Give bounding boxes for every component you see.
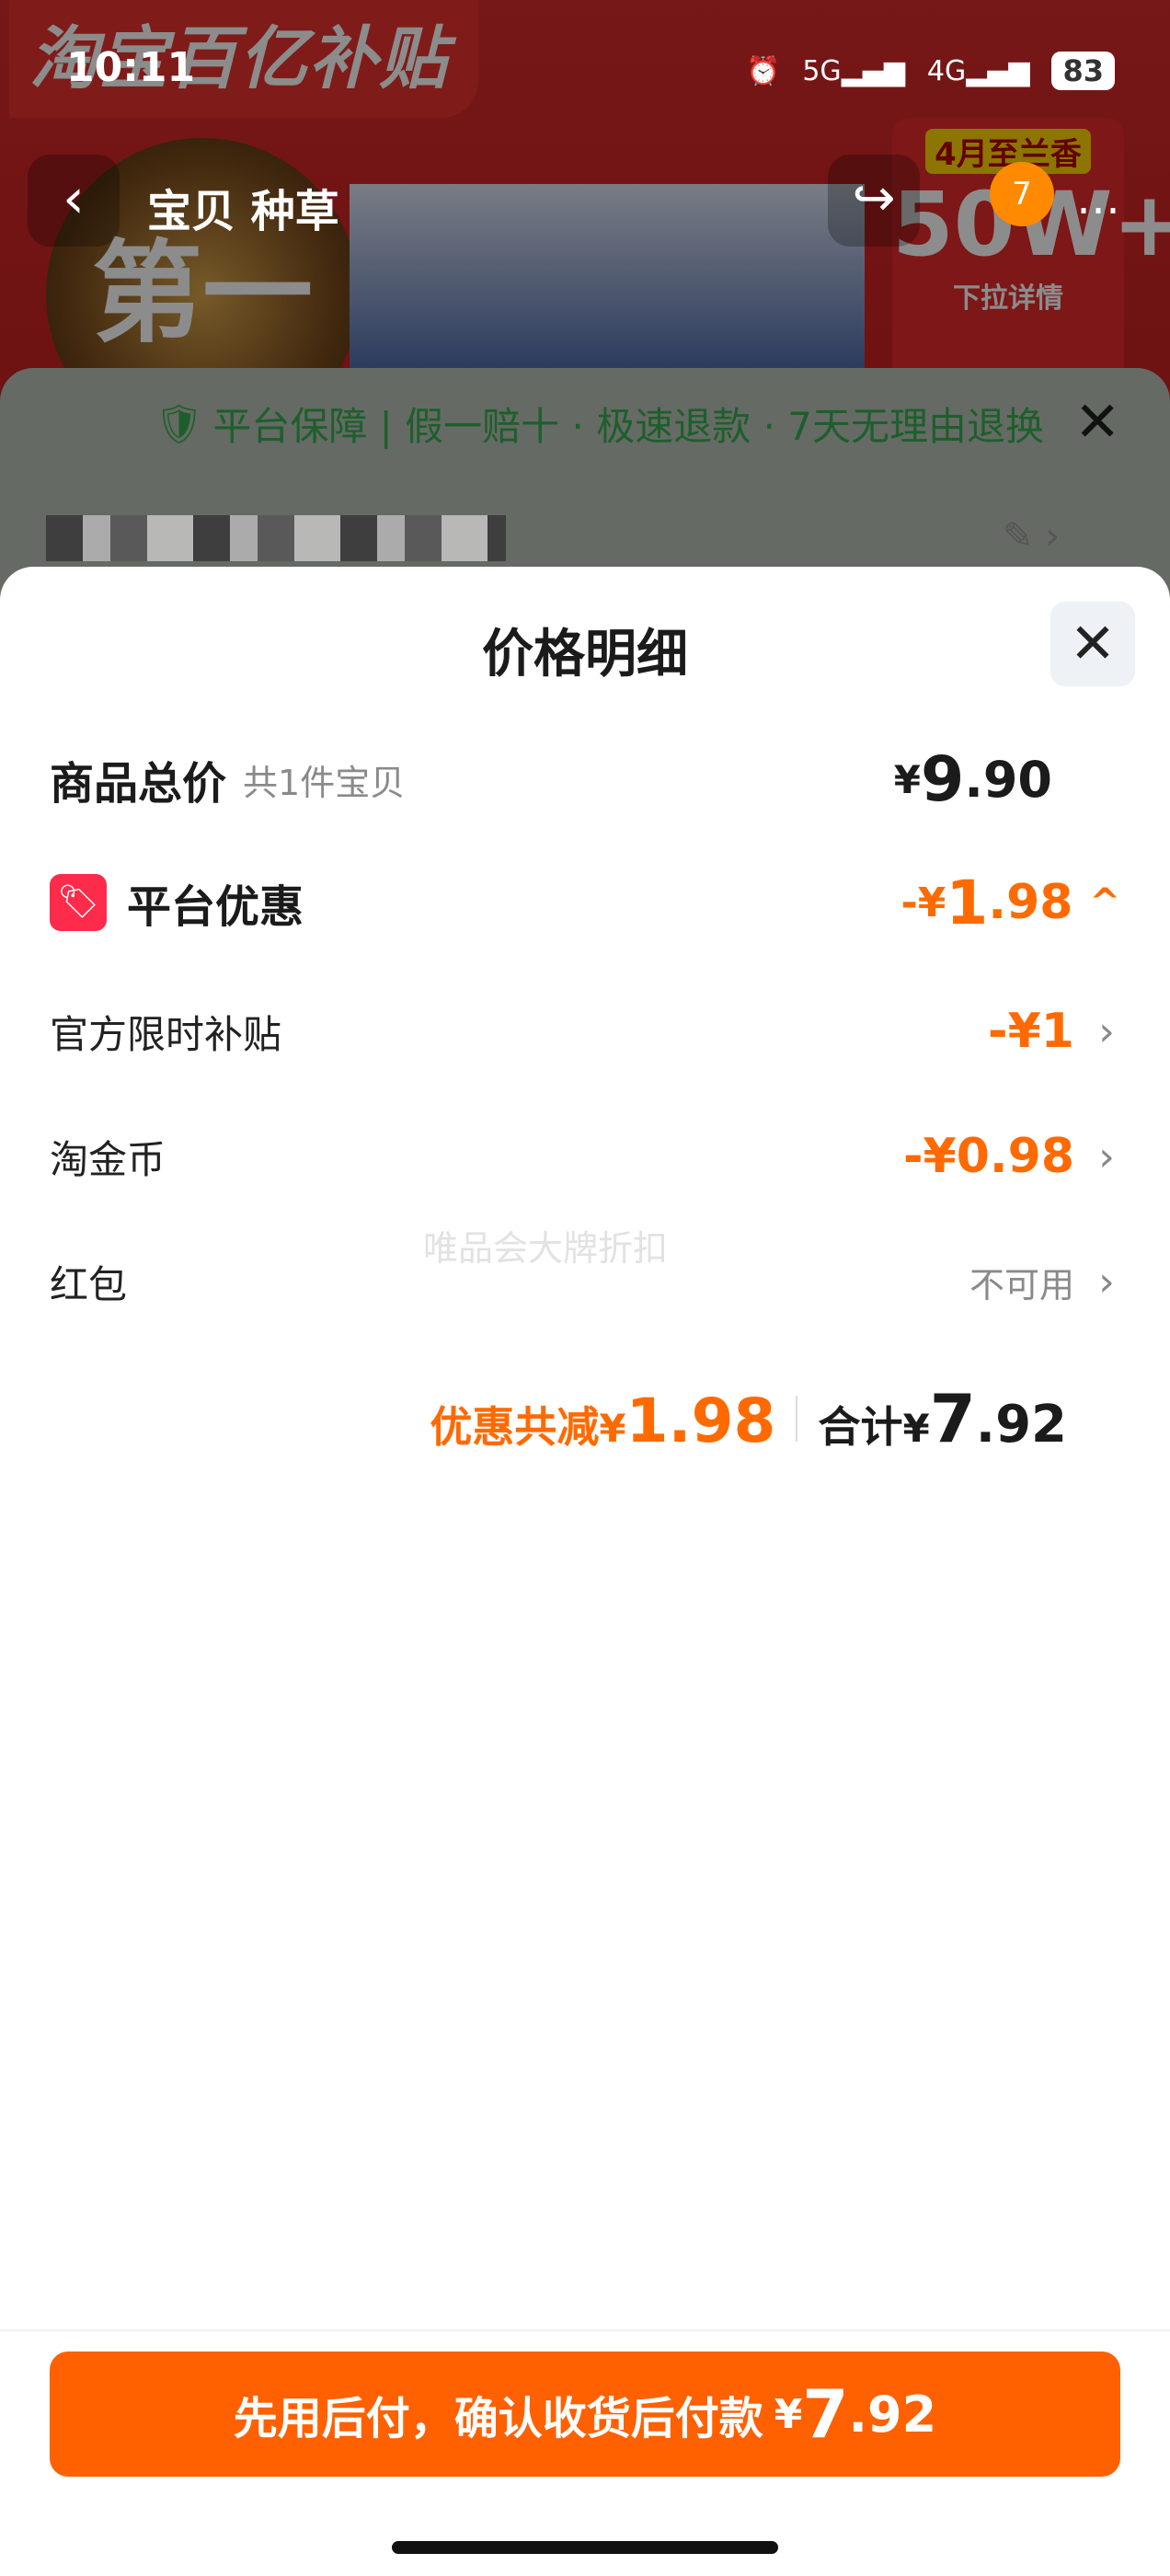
red-packet-status: 不可用 [969,1264,1074,1305]
pay-amount-dec: .92 [848,2385,937,2444]
footer-divider [0,2329,1170,2331]
platform-discount-amount: -¥ 1.98 ^ [900,867,1120,938]
chevron-right-icon: › [1098,1258,1115,1305]
guarantee-text: 平台保障 | 假一赔十 · 极速退款 · 7天无理由退换 [212,404,1045,449]
close-button[interactable]: ✕ [1050,602,1135,686]
pay-button-label: 先用后付，确认收货后付款 [233,2393,763,2444]
edit-icon[interactable]: ✎ › [1003,515,1060,558]
sheet-title: 价格明细 [482,625,688,684]
goods-total-label: 商品总价 [50,758,227,810]
red-packet-row[interactable]: 红包 不可用 › [50,1240,1120,1323]
discount-total-value: 1.98 [625,1386,776,1456]
status-icons: ⏰ 5G▂▄▆ 4G▂▄▆ 83 [746,52,1115,90]
pay-amount-int: 7 [802,2375,849,2453]
nav-tabs[interactable]: 宝贝 种草 [147,175,339,239]
guarantee-close-icon[interactable]: ✕ [1074,390,1120,454]
total-value-int: 7 [929,1380,976,1457]
subsidy-label: 官方限时补贴 [50,1011,282,1057]
discount-tag-icon: 🏷 [50,874,107,931]
cart-badge[interactable]: 7 [990,162,1054,226]
subsidy-amount: -¥1 [988,1004,1074,1059]
share-icon[interactable]: ↪ [828,155,920,247]
platform-discount-label: 平台优惠 [127,881,304,933]
pay-later-button[interactable]: 先用后付，确认收货后付款 ¥ 7 .92 [50,2352,1120,2477]
more-icon[interactable]: ⋯ [1076,184,1120,236]
signal-4g-icon: 4G▂▄▆ [926,54,1030,87]
close-icon: ✕ [1069,612,1117,676]
platform-discount-row[interactable]: 🏷 平台优惠 -¥ 1.98 ^ [50,861,1120,944]
status-bar: 10:11 ⏰ 5G▂▄▆ 4G▂▄▆ 83 [0,0,1170,129]
status-time: 10:11 [66,44,196,91]
chevron-right-icon: › [1098,1007,1115,1055]
signal-5g-icon: 5G▂▄▆ [802,54,905,87]
goods-total-amount: ¥9.90 [893,742,1052,816]
total-value-dec: .92 [975,1395,1067,1455]
chevron-right-icon: › [1098,1133,1115,1180]
coins-label: 淘金币 [50,1136,166,1182]
subsidy-row[interactable]: 官方限时补贴 -¥1 › [50,990,1120,1073]
chevron-up-icon: ^ [1089,881,1120,924]
coins-amount: -¥0.98 [902,1129,1074,1184]
guarantee-line: 🛡 平台保障 | 假一赔十 · 极速退款 · 7天无理由退换 [155,396,1044,452]
red-packet-label: 红包 [50,1261,128,1307]
summary-divider [796,1396,798,1442]
total-label: 合计 [818,1402,903,1452]
discount-total-label: 优惠共减 [430,1402,600,1452]
goods-total-row: 商品总价 共1件宝贝 ¥9.90 [50,738,1120,821]
blurred-address [46,515,506,561]
price-detail-sheet: 价格明细 ✕ 商品总价 共1件宝贝 ¥9.90 🏷 平台优惠 -¥ 1.98 ^ … [0,567,1170,2576]
price-summary: 优惠共减 ¥ 1.98 合计 ¥ 7 .92 [430,1380,1067,1457]
back-icon[interactable]: ‹ [28,155,120,247]
home-indicator[interactable] [392,2541,778,2554]
shield-check-icon: 🛡 [155,400,204,446]
battery-icon: 83 [1051,52,1115,90]
goods-count: 共1件宝贝 [243,762,406,803]
alarm-icon: ⏰ [745,54,781,87]
coins-row[interactable]: 淘金币 -¥0.98 › [50,1115,1120,1198]
